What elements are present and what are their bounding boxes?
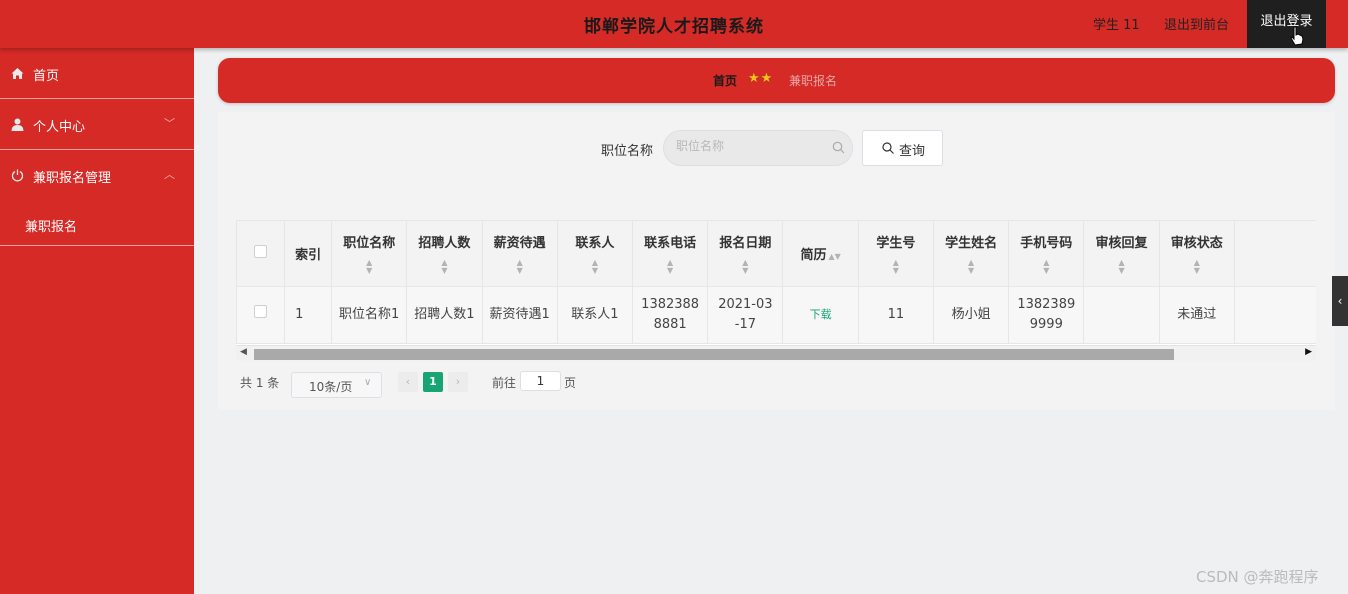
cell-mobile: 13823899999 <box>1008 286 1085 344</box>
search-icon <box>832 141 845 154</box>
app-title: 邯郸学院人才招聘系统 <box>584 17 764 37</box>
column-header[interactable]: 联系电话 ▲ ▼ <box>632 220 709 287</box>
power-icon <box>11 169 24 182</box>
star-icon: ★★ <box>748 71 774 86</box>
sidebar-group-signup-management: 兼职报名管理 ︿ 兼职报名 <box>0 150 194 246</box>
column-header: 索引 <box>284 220 333 287</box>
total-count: 共 1 条 <box>240 376 280 390</box>
column-header[interactable]: 学生姓名 ▲ ▼ <box>932 220 1010 287</box>
search-label: 职位名称 <box>601 144 654 159</box>
top-header: 邯郸学院人才招聘系统 学生 11 退出到前台 退出登录 <box>0 0 1348 48</box>
row-checkbox[interactable] <box>254 305 268 318</box>
select-all-checkbox[interactable] <box>254 245 268 258</box>
column-header[interactable]: 手机号码 ▲ ▼ <box>1008 220 1085 287</box>
collapse-panel-tab[interactable]: ‹ <box>1332 276 1348 326</box>
goto-label: 前往 <box>492 376 517 390</box>
column-header[interactable]: 学生号 ▲ ▼ <box>857 220 934 287</box>
cell-headcount: 招聘人数1 <box>406 286 483 344</box>
cell-resume: 下载 <box>782 286 859 344</box>
sort-icon[interactable]: ▲▼ <box>859 259 933 275</box>
search-button[interactable]: 查询 <box>862 130 943 166</box>
scrollbar-thumb[interactable] <box>254 349 1174 360</box>
cell-position: 职位名称1 <box>331 286 408 344</box>
prev-page-button[interactable]: ‹ <box>398 372 418 392</box>
breadcrumb-current: 兼职报名 <box>789 74 838 88</box>
sidebar-item-signup-management[interactable]: 兼职报名管理 ︿ <box>0 150 194 202</box>
watermark: CSDN @奔跑程序 <box>1196 568 1319 586</box>
sort-icon[interactable]: ▲▼ <box>1009 259 1083 275</box>
select-all-header <box>236 220 286 287</box>
search-icon <box>882 142 894 154</box>
chevron-down-icon: ∨ <box>364 377 372 388</box>
column-header[interactable]: 薪资待遇 ▲ ▼ <box>481 220 558 287</box>
sort-icon[interactable]: ▲▼ <box>1084 259 1158 275</box>
cell-student-name: 杨小姐 <box>932 286 1010 344</box>
cell-phone: 13823888881 <box>632 286 709 344</box>
resume-download-link[interactable]: 下载 <box>810 308 832 321</box>
sort-icon[interactable]: ▲▼ <box>407 259 481 275</box>
sort-icon[interactable]: ▲▼ <box>934 259 1008 275</box>
sort-icon[interactable]: ▲▼ <box>828 252 840 261</box>
next-page-button[interactable]: › <box>448 372 468 392</box>
cell-salary: 薪资待遇1 <box>481 286 558 344</box>
search-button-label: 查询 <box>899 144 926 159</box>
column-header[interactable]: 简历 ▲▼ <box>782 220 859 287</box>
column-header[interactable]: 审核状态 ▲ ▼ <box>1158 220 1235 287</box>
chevron-down-icon: ﹀ <box>164 117 175 130</box>
sidebar-item-label: 兼职报名管理 <box>33 171 112 186</box>
sidebar-subitem-label: 兼职报名 <box>25 220 78 235</box>
cell-actions: 详 <box>1233 286 1316 344</box>
goto-unit: 页 <box>564 376 577 390</box>
exit-to-front-link[interactable]: 退出到前台 <box>1164 14 1229 33</box>
chevron-up-icon: ︿ <box>164 168 175 181</box>
breadcrumb: 首页 ★★ 兼职报名 <box>218 58 1335 103</box>
current-user: 学生 11 <box>1093 18 1140 33</box>
sidebar-item-home[interactable]: 首页 <box>0 48 194 99</box>
sidebar-item-personal-center[interactable]: 个人中心 ﹀ <box>0 99 194 150</box>
cell-date: 2021-03-17 <box>707 286 784 344</box>
data-table: 索引 职位名称 ▲ ▼ 招聘人数 ▲ ▼ 薪资待遇 ▲ ▼ 联系人 ▲ ▼ 联系电话 ▲ ▼ 报名日… <box>236 220 1316 361</box>
page-number-current[interactable]: 1 <box>423 372 443 392</box>
table-header-row: 索引 职位名称 ▲ ▼ 招聘人数 ▲ ▼ 薪资待遇 ▲ ▼ 联系人 ▲ ▼ 联系电话 ▲ ▼ 报名日… <box>236 220 1316 287</box>
column-header[interactable]: 审核回复 ▲ ▼ <box>1083 220 1160 287</box>
cell-index: 1 <box>284 286 333 344</box>
hand-cursor-icon <box>1290 26 1304 46</box>
sidebar-item-label: 首页 <box>33 69 60 84</box>
sidebar: 首页 个人中心 ﹀ 兼职报名管理 ︿ 兼职报名 <box>0 48 194 594</box>
cell-status: 未通过 <box>1158 286 1235 344</box>
row-select-cell <box>236 286 286 344</box>
cell-student-no: 11 <box>857 286 934 344</box>
sidebar-item-label: 个人中心 <box>33 120 86 135</box>
column-header[interactable]: 招聘人数 ▲ ▼ <box>406 220 483 287</box>
sort-icon[interactable]: ▲▼ <box>483 259 557 275</box>
column-header: 操 <box>1233 220 1316 287</box>
sort-icon[interactable]: ▲▼ <box>332 259 406 275</box>
user-icon <box>11 118 24 131</box>
column-header[interactable]: 职位名称 ▲ ▼ <box>331 220 408 287</box>
table-row: 1 职位名称1 招聘人数1 薪资待遇1 联系人1 13823888881 202… <box>236 286 1316 344</box>
cell-reply <box>1083 286 1160 344</box>
scroll-right-icon[interactable]: ▶ <box>1305 347 1312 357</box>
search-input[interactable] <box>676 139 826 153</box>
cell-contact: 联系人1 <box>556 286 634 344</box>
scroll-left-icon[interactable]: ◀ <box>240 347 247 357</box>
sort-icon[interactable]: ▲▼ <box>558 259 632 275</box>
sort-icon[interactable]: ▲▼ <box>708 259 782 275</box>
goto-page-input[interactable]: 1 <box>520 371 561 391</box>
column-header[interactable]: 联系人 ▲ ▼ <box>556 220 634 287</box>
search-input-wrapper <box>663 130 853 166</box>
page-size-value: 10条/页 <box>309 380 353 394</box>
sort-icon[interactable]: ▲▼ <box>1160 259 1234 275</box>
home-icon <box>11 68 24 79</box>
breadcrumb-home[interactable]: 首页 <box>713 72 737 89</box>
content-panel: 职位名称 查询 索引 职位名称▲▼ 招聘人数▲▼ 薪资待遇▲▼ 联系人▲▼ 联系… <box>218 112 1335 410</box>
logout-button[interactable]: 退出登录 <box>1247 0 1326 48</box>
column-header[interactable]: 报名日期 ▲ ▼ <box>707 220 784 287</box>
page-size-select[interactable]: 10条/页 ∨ <box>291 372 382 398</box>
horizontal-scrollbar[interactable]: ◀ ▶ <box>236 345 1316 361</box>
sidebar-subitem-signup[interactable]: 兼职报名 <box>0 202 194 246</box>
sort-icon[interactable]: ▲▼ <box>633 259 707 275</box>
